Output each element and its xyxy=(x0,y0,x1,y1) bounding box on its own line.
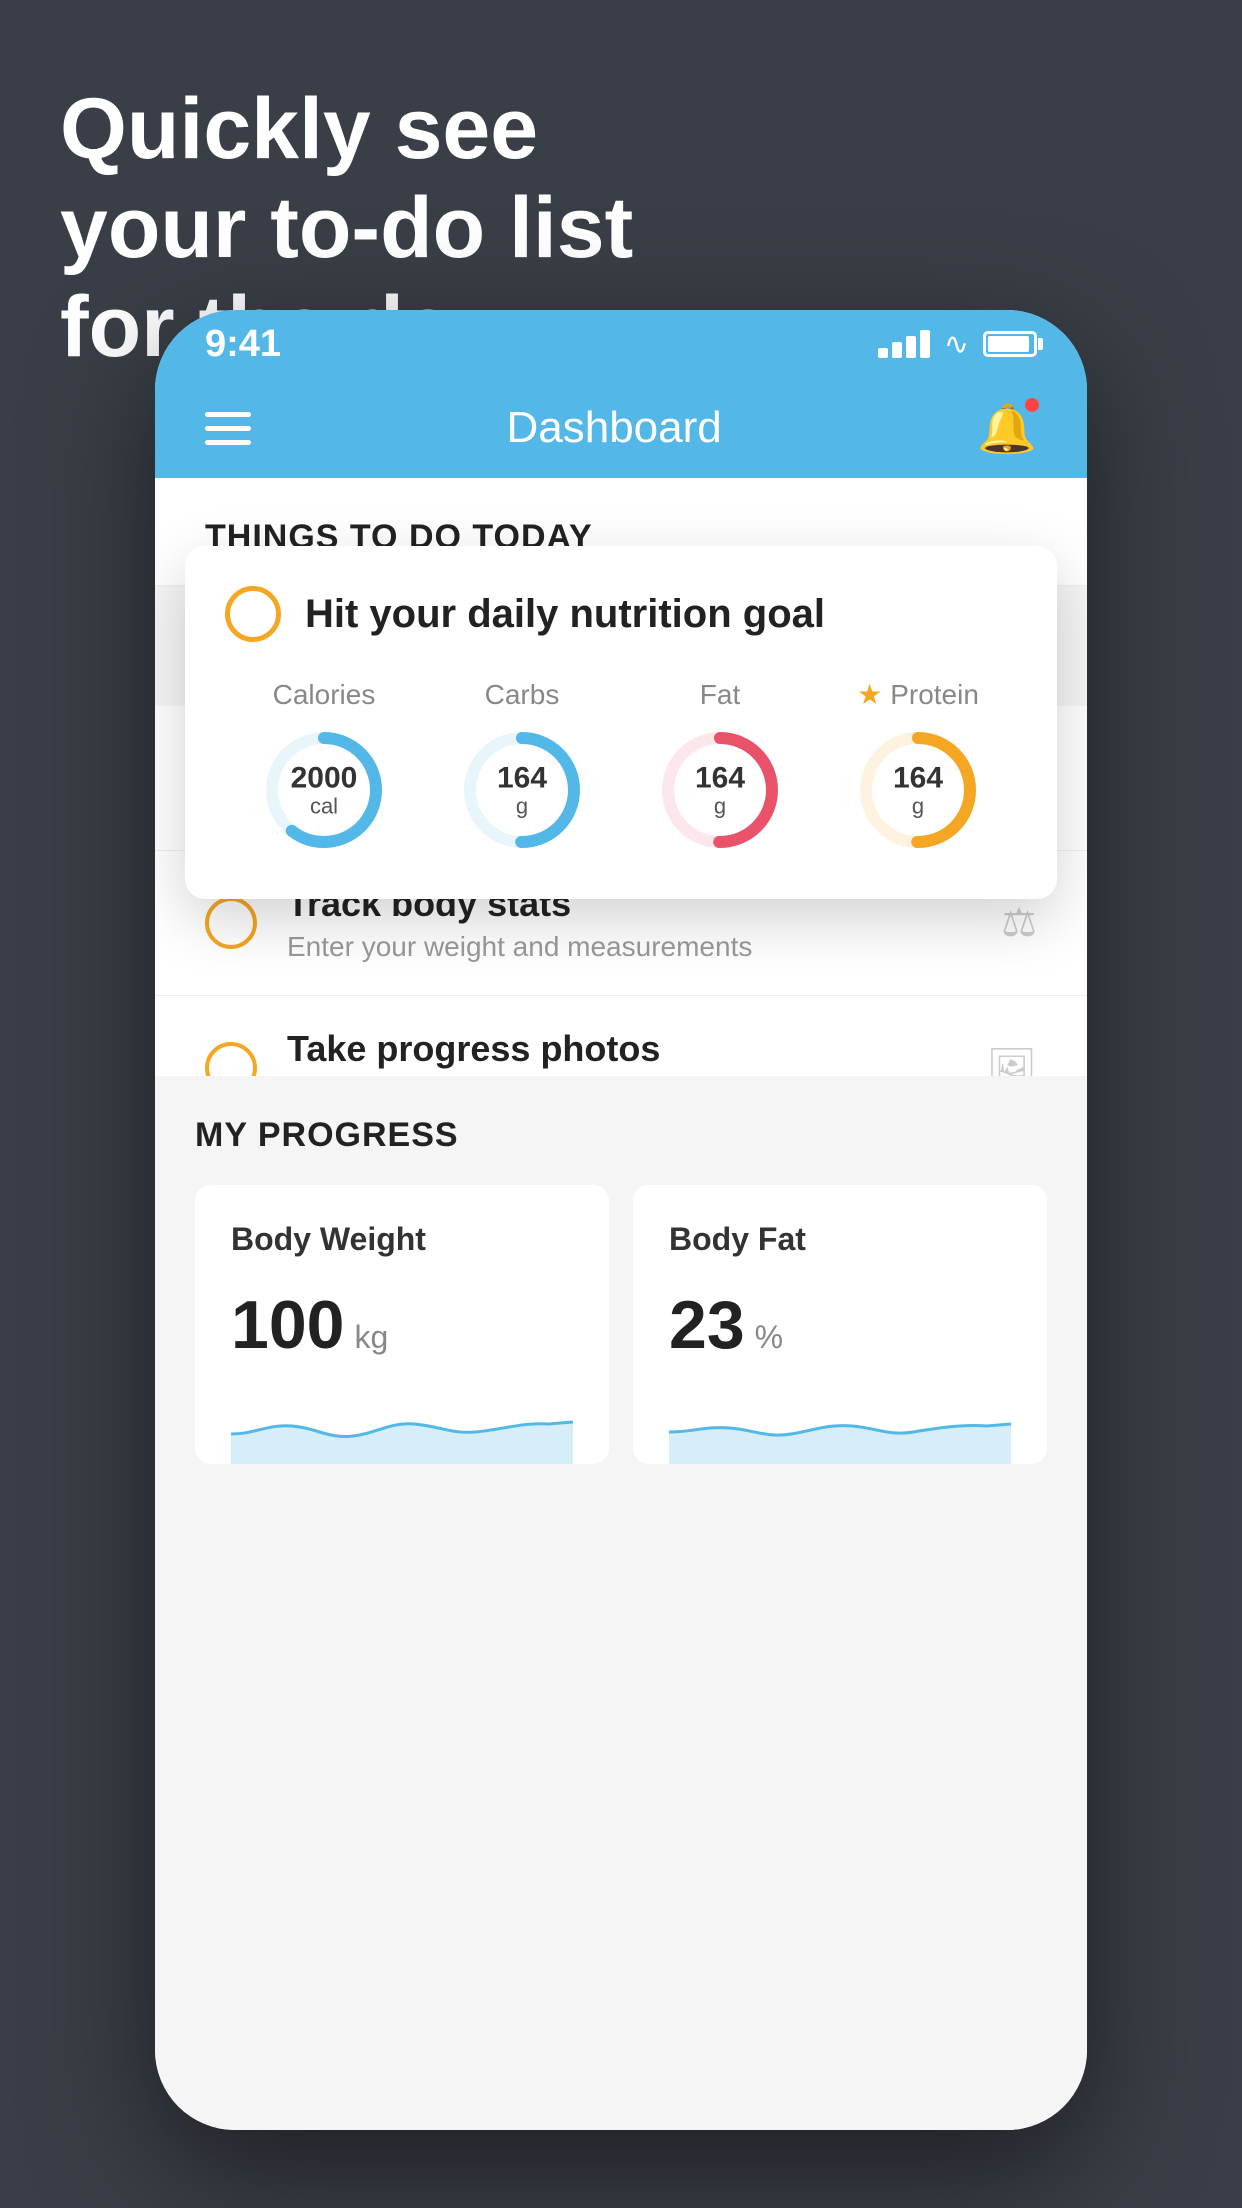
protein-label: ★ Protein xyxy=(857,678,979,711)
todo-checkbox-body-stats[interactable] xyxy=(205,897,257,949)
headline-line2: your to-do list xyxy=(60,179,633,278)
status-icons: ∿ xyxy=(878,327,1037,362)
body-fat-unit: % xyxy=(755,1319,783,1356)
status-time: 9:41 xyxy=(205,323,281,366)
body-weight-chart xyxy=(231,1384,573,1464)
calories-label: Calories xyxy=(273,679,376,711)
body-weight-value: 100 xyxy=(231,1286,344,1364)
menu-icon[interactable] xyxy=(205,412,251,445)
scale-icon: ⚖ xyxy=(1001,900,1037,946)
carbs-stat: Carbs 164 g xyxy=(457,679,587,855)
body-fat-value: 23 xyxy=(669,1286,745,1364)
carbs-circle: 164 g xyxy=(457,725,587,855)
content-area: THINGS TO DO TODAY Hit your daily nutrit… xyxy=(155,478,1087,2130)
star-icon: ★ xyxy=(857,678,882,711)
progress-cards: Body Weight 100 kg Body Fat 23 % xyxy=(195,1185,1047,1464)
battery-icon xyxy=(983,331,1037,357)
body-weight-unit: kg xyxy=(354,1319,388,1356)
nutrition-title: Hit your daily nutrition goal xyxy=(305,592,825,637)
protein-circle: 164 g xyxy=(853,725,983,855)
carbs-unit: g xyxy=(497,794,547,818)
todo-title-photos: Take progress photos xyxy=(287,1028,956,1070)
fat-circle: 164 g xyxy=(655,725,785,855)
calories-value: 2000 xyxy=(291,761,358,794)
carbs-value: 164 xyxy=(497,761,547,794)
fat-unit: g xyxy=(695,794,745,818)
phone-frame: 9:41 ∿ Dashboard 🔔 THI xyxy=(155,310,1087,2130)
progress-section: MY PROGRESS Body Weight 100 kg B xyxy=(155,1076,1087,1464)
body-fat-chart xyxy=(669,1384,1011,1464)
body-weight-title: Body Weight xyxy=(231,1221,573,1258)
header-title: Dashboard xyxy=(506,403,721,453)
calories-circle: 2000 cal xyxy=(259,725,389,855)
calories-stat: Calories 2000 cal xyxy=(259,679,389,855)
notification-badge xyxy=(1023,396,1041,414)
signal-icon xyxy=(878,330,930,358)
body-weight-card[interactable]: Body Weight 100 kg xyxy=(195,1185,609,1464)
nutrition-stats: Calories 2000 cal Carbs xyxy=(225,678,1017,855)
wifi-icon: ∿ xyxy=(944,327,969,362)
protein-unit: g xyxy=(893,794,943,818)
headline-line1: Quickly see xyxy=(60,80,633,179)
nutrition-checkbox[interactable] xyxy=(225,586,281,642)
calories-unit: cal xyxy=(291,794,358,818)
nutrition-card[interactable]: Hit your daily nutrition goal Calories 2… xyxy=(185,546,1057,899)
protein-stat: ★ Protein 164 g xyxy=(853,678,983,855)
fat-value: 164 xyxy=(695,761,745,794)
fat-label: Fat xyxy=(700,679,740,711)
body-fat-card[interactable]: Body Fat 23 % xyxy=(633,1185,1047,1464)
app-header: Dashboard 🔔 xyxy=(155,378,1087,478)
body-fat-title: Body Fat xyxy=(669,1221,1011,1258)
todo-subtitle-body-stats: Enter your weight and measurements xyxy=(287,931,971,963)
notifications-icon[interactable]: 🔔 xyxy=(977,400,1037,457)
status-bar: 9:41 ∿ xyxy=(155,310,1087,378)
protein-value: 164 xyxy=(893,761,943,794)
carbs-label: Carbs xyxy=(485,679,560,711)
fat-stat: Fat 164 g xyxy=(655,679,785,855)
progress-title: MY PROGRESS xyxy=(195,1116,1047,1155)
